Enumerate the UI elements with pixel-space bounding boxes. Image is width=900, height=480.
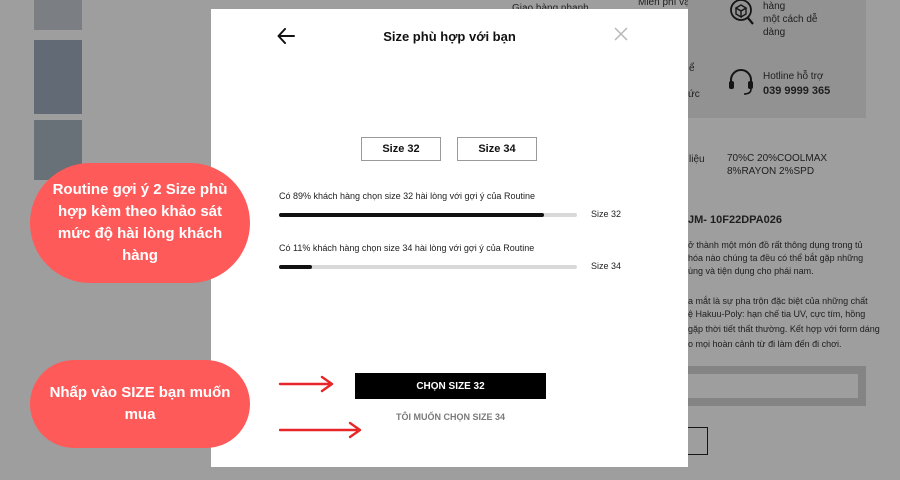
choose-size-34-link[interactable]: TÔI MUỐN CHỌN SIZE 34 bbox=[355, 412, 546, 422]
survey-row-size-34: Có 11% khách hàng chọn size 34 hài lòng … bbox=[279, 243, 639, 271]
satisfaction-bar-fill bbox=[279, 213, 545, 217]
annotation-text: Routine gợi ý 2 Size phù hợp kèm theo kh… bbox=[52, 181, 228, 264]
arrow-right-icon bbox=[278, 421, 362, 439]
size-option-34-button[interactable]: Size 34 bbox=[457, 137, 537, 161]
satisfaction-bar-track bbox=[279, 265, 577, 269]
satisfaction-bar-fill bbox=[279, 265, 312, 269]
satisfaction-bar-track bbox=[279, 213, 577, 217]
choose-size-32-button[interactable]: CHỌN SIZE 32 bbox=[355, 373, 546, 399]
size-recommendation-modal: Size phù hợp với bạn Size 32 Size 34 Có … bbox=[211, 9, 688, 467]
close-icon[interactable] bbox=[614, 27, 628, 41]
survey-text: Có 89% khách hàng chọn size 32 hài lòng … bbox=[279, 191, 535, 201]
annotation-text: Nhấp vào SIZE bạn muốn mua bbox=[49, 384, 231, 423]
survey-size-label: Size 32 bbox=[591, 209, 622, 219]
survey-text: Có 11% khách hàng chọn size 34 hài lòng … bbox=[279, 243, 535, 253]
arrow-right-icon bbox=[278, 375, 334, 393]
size-option-32-button[interactable]: Size 32 bbox=[361, 137, 441, 161]
survey-row-size-32: Có 89% khách hàng chọn size 32 hài lòng … bbox=[279, 191, 639, 219]
annotation-callout-recommendation: Routine gợi ý 2 Size phù hợp kèm theo kh… bbox=[30, 163, 250, 283]
survey-size-label: Size 34 bbox=[591, 261, 622, 271]
annotation-callout-click: Nhấp vào SIZE bạn muốn mua bbox=[30, 360, 250, 448]
